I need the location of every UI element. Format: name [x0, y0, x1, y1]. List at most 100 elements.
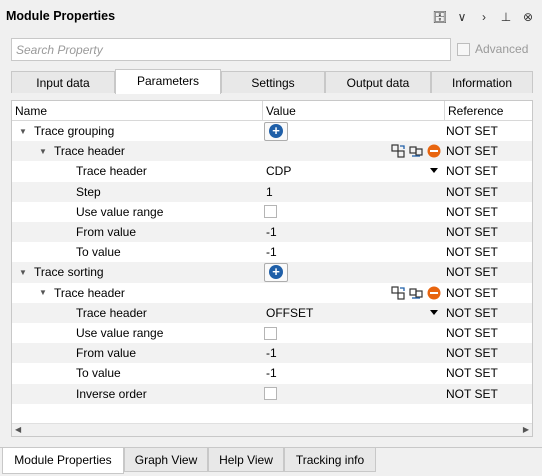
- row-name-cell: From value: [12, 343, 262, 363]
- row-value-cell[interactable]: -1: [264, 363, 444, 383]
- scroll-left-icon[interactable]: ◀: [15, 425, 21, 434]
- panel-title: Module Properties: [6, 9, 116, 23]
- bottom-tab-module-properties[interactable]: Module Properties: [2, 448, 124, 474]
- column-value-header[interactable]: Value: [262, 101, 296, 121]
- add-button[interactable]: +: [264, 262, 288, 282]
- table-row[interactable]: ▼ Trace header NOT SET: [12, 283, 532, 303]
- row-reference: NOT SET: [446, 164, 498, 179]
- row-value-cell[interactable]: -1: [264, 222, 444, 242]
- row-label: From value: [76, 225, 137, 239]
- table-row[interactable]: From value -1 NOT SET: [12, 222, 532, 243]
- remove-icon[interactable]: [426, 143, 442, 159]
- chevron-down-icon[interactable]: ∨: [454, 9, 470, 25]
- row-reference: NOT SET: [446, 326, 498, 340]
- row-label: Inverse order: [76, 386, 147, 401]
- table-row[interactable]: To value -1 NOT SET: [12, 363, 532, 383]
- replace-icon[interactable]: [408, 285, 424, 301]
- row-value-cell[interactable]: 1: [264, 182, 444, 202]
- row-value-cell[interactable]: CDP: [264, 161, 444, 181]
- expand-arrow-icon[interactable]: ▼: [16, 268, 30, 277]
- table-row[interactable]: ▼ Trace sorting + NOT SET: [12, 262, 532, 283]
- table-row[interactable]: To value -1 NOT SET: [12, 242, 532, 262]
- row-reference: NOT SET: [446, 285, 498, 300]
- table-row[interactable]: Use value range NOT SET: [12, 323, 532, 343]
- row-value-cell[interactable]: [264, 323, 444, 343]
- bottom-tab-help-view[interactable]: Help View: [208, 448, 284, 472]
- row-reference: NOT SET: [446, 366, 498, 381]
- dropdown-arrow-icon[interactable]: [430, 168, 438, 174]
- table-row[interactable]: Step 1 NOT SET: [12, 181, 532, 202]
- value-text[interactable]: -1: [264, 225, 277, 239]
- header-actions: [390, 285, 442, 301]
- row-value-cell[interactable]: [264, 141, 444, 161]
- row-label: Use value range: [76, 326, 164, 340]
- dropdown-arrow-icon[interactable]: [430, 309, 438, 315]
- row-name-cell: Step: [12, 182, 262, 202]
- tab-input-data[interactable]: Input data: [11, 71, 115, 93]
- advanced-label: Advanced: [475, 42, 529, 56]
- value-checkbox[interactable]: [264, 205, 277, 219]
- expand-arrow-icon[interactable]: ▼: [16, 127, 30, 136]
- scroll-right-icon[interactable]: ▶: [523, 425, 529, 434]
- value-checkbox[interactable]: [264, 387, 277, 401]
- database-icon[interactable]: 🗄: [432, 9, 448, 25]
- column-name-header[interactable]: Name: [15, 104, 47, 118]
- add-button[interactable]: +: [264, 121, 288, 141]
- remove-icon[interactable]: [426, 285, 442, 301]
- close-icon[interactable]: ⊗: [520, 9, 536, 25]
- value-text[interactable]: 1: [264, 185, 273, 199]
- plus-icon: +: [269, 265, 283, 280]
- property-table: Name Value Reference ▼ Trace grouping + NOT…: [11, 100, 533, 437]
- value-text[interactable]: -1: [264, 245, 277, 259]
- column-reference-header[interactable]: Reference: [444, 101, 503, 121]
- row-reference: NOT SET: [446, 265, 498, 280]
- table-row[interactable]: Inverse order NOT SET: [12, 383, 532, 404]
- tab-parameters[interactable]: Parameters: [115, 69, 221, 94]
- row-value-cell[interactable]: -1: [264, 242, 444, 262]
- row-reference: NOT SET: [446, 346, 498, 361]
- row-name-cell: Trace header: [12, 161, 262, 181]
- table-row[interactable]: Trace header CDP NOT SET: [12, 161, 532, 181]
- value-checkbox[interactable]: [264, 326, 277, 340]
- row-reference: NOT SET: [446, 124, 498, 138]
- pin-icon[interactable]: ⊥: [498, 9, 514, 25]
- row-value-cell[interactable]: [264, 283, 444, 303]
- value-dropdown[interactable]: CDP: [264, 164, 291, 178]
- row-value-cell[interactable]: +: [264, 121, 444, 141]
- replace-icon[interactable]: [408, 143, 424, 159]
- tab-settings[interactable]: Settings: [221, 71, 325, 93]
- expand-arrow-icon[interactable]: ▼: [36, 147, 50, 156]
- row-value-cell[interactable]: [264, 202, 444, 222]
- expand-arrow-icon[interactable]: ▼: [36, 288, 50, 297]
- row-name-cell: Inverse order: [12, 384, 262, 404]
- value-dropdown[interactable]: OFFSET: [264, 306, 313, 320]
- swap-icon[interactable]: [390, 143, 406, 159]
- row-label: To value: [76, 245, 121, 260]
- table-row[interactable]: Use value range NOT SET: [12, 202, 532, 222]
- advanced-checkbox[interactable]: [457, 42, 470, 56]
- table-row[interactable]: ▼ Trace header NOT SET: [12, 141, 532, 162]
- chevron-right-icon[interactable]: ›: [476, 9, 492, 25]
- row-value-cell[interactable]: +: [264, 262, 444, 282]
- row-value-cell[interactable]: -1: [264, 343, 444, 363]
- row-name-cell: Trace header: [12, 303, 262, 323]
- search-input[interactable]: Search Property: [11, 38, 451, 61]
- tab-output-data[interactable]: Output data: [325, 71, 431, 93]
- row-reference: NOT SET: [446, 386, 498, 401]
- row-value-cell[interactable]: OFFSET: [264, 303, 444, 323]
- table-row[interactable]: From value -1 NOT SET: [12, 343, 532, 364]
- tab-information[interactable]: Information: [431, 71, 533, 93]
- title-bar: Module Properties 🗄 ∨ › ⊥ ⊗: [0, 0, 542, 32]
- row-value-cell[interactable]: [264, 384, 444, 404]
- bottom-tab-graph-view[interactable]: Graph View: [124, 448, 208, 472]
- table-row[interactable]: Trace header OFFSET NOT SET: [12, 302, 532, 323]
- row-name-cell: To value: [12, 242, 262, 262]
- value-text[interactable]: -1: [264, 346, 277, 360]
- horizontal-scrollbar[interactable]: ◀ ▶: [12, 423, 532, 436]
- bottom-tab-tracking-info[interactable]: Tracking info: [284, 448, 376, 472]
- advanced-toggle[interactable]: Advanced: [457, 42, 528, 56]
- table-row[interactable]: ▼ Trace grouping + NOT SET: [12, 121, 532, 141]
- value-text[interactable]: -1: [264, 366, 277, 380]
- swap-icon[interactable]: [390, 285, 406, 301]
- table-header: Name Value Reference: [12, 101, 532, 121]
